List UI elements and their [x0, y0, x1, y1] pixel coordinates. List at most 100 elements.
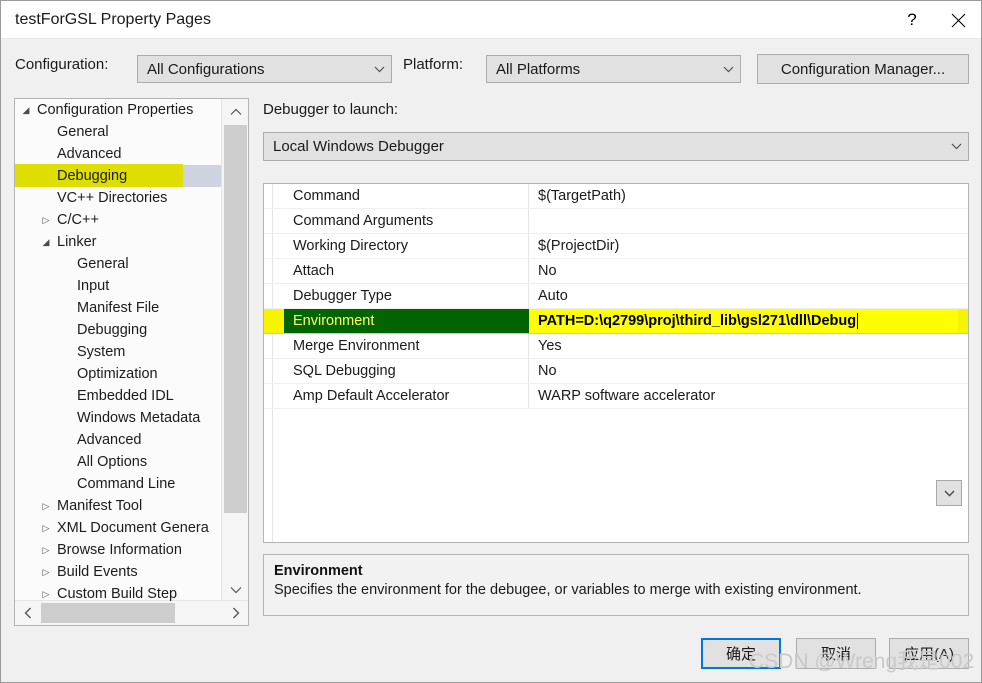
expander-closed-icon[interactable]: ▷ — [39, 495, 53, 517]
text-caret — [857, 313, 859, 329]
configuration-dropdown-value: All Configurations — [147, 60, 265, 78]
property-row[interactable]: Environment PATH=D:\q2799\proj\third_lib\… — [264, 309, 968, 334]
property-grid: Command $(TargetPath) Command Arguments Wor… — [263, 183, 969, 543]
tree-item-advanced[interactable]: Advanced — [15, 143, 221, 165]
property-name: Environment — [284, 309, 529, 333]
scroll-down-button[interactable] — [222, 577, 248, 602]
property-row[interactable]: Debugger Type Auto — [264, 284, 968, 309]
environment-value-dropdown-button[interactable] — [936, 480, 962, 506]
tree-item-label: Linker — [57, 234, 97, 250]
tree-item-debugging[interactable]: Debugging — [15, 164, 221, 187]
tree-item-label: Command Line — [77, 476, 176, 492]
tree-horizontal-scrollbar[interactable] — [15, 600, 248, 625]
expander-closed-icon[interactable]: ▷ — [39, 209, 53, 231]
tree-item-label: Debugging — [77, 322, 148, 338]
tree-item-advanced[interactable]: Advanced — [15, 429, 221, 451]
debugger-to-launch-value: Local Windows Debugger — [273, 138, 444, 155]
configuration-manager-button-label: Configuration Manager... — [780, 60, 946, 78]
expander-closed-icon[interactable]: ▷ — [39, 539, 53, 561]
tree-vertical-scrollbar[interactable] — [221, 99, 248, 602]
tree-rows: ◢ Configuration Properties General Advanced… — [15, 99, 221, 602]
platform-dropdown[interactable]: All Platforms — [486, 55, 741, 83]
property-row[interactable]: Attach No — [264, 259, 968, 284]
chevron-up-icon — [230, 108, 241, 115]
tree-item-label: Manifest File — [77, 300, 160, 316]
property-row[interactable]: Merge Environment Yes — [264, 334, 968, 359]
tree-item-command-line[interactable]: Command Line — [15, 473, 221, 495]
tree-item-label: Optimization — [77, 366, 158, 382]
tree-item-optimization[interactable]: Optimization — [15, 363, 221, 385]
configuration-dropdown[interactable]: All Configurations — [137, 55, 392, 83]
property-row[interactable]: Command $(TargetPath) — [264, 184, 968, 209]
property-name: Amp Default Accelerator — [264, 384, 529, 408]
property-row[interactable]: Working Directory $(ProjectDir) — [264, 234, 968, 259]
tree-item-debugging[interactable]: Debugging — [15, 319, 221, 341]
configuration-manager-button[interactable]: Configuration Manager... — [757, 54, 969, 84]
close-x-icon — [951, 13, 965, 27]
close-button[interactable] — [935, 1, 981, 39]
property-value — [529, 209, 968, 233]
expander-open-icon[interactable]: ◢ — [19, 99, 33, 121]
tree-item-system[interactable]: System — [15, 341, 221, 363]
help-button[interactable]: ? — [889, 1, 935, 39]
tree-item-browse-information[interactable]: ▷ Browse Information — [15, 539, 221, 561]
title-bar: testForGSL Property Pages ? — [1, 1, 981, 39]
tree-vertical-scroll-thumb[interactable] — [224, 125, 247, 513]
chevron-down-icon — [716, 56, 740, 82]
cancel-button-label: 取消 — [820, 646, 851, 663]
tree-item-label: Input — [77, 278, 110, 294]
property-name: SQL Debugging — [264, 359, 529, 383]
tree-item-linker[interactable]: ◢ Linker — [15, 231, 221, 253]
expander-closed-icon[interactable]: ▷ — [39, 561, 53, 583]
tree-item-manifest-tool[interactable]: ▷ Manifest Tool — [15, 495, 221, 517]
property-name: Command Arguments — [264, 209, 529, 233]
tree-item-general[interactable]: General — [15, 253, 221, 275]
chevron-right-icon — [232, 607, 239, 619]
debugger-to-launch-dropdown[interactable]: Local Windows Debugger — [263, 132, 969, 161]
property-value: $(ProjectDir) — [538, 238, 620, 254]
property-pages-dialog: testForGSL Property Pages ? Configuratio… — [0, 0, 982, 683]
window-title: testForGSL Property Pages — [15, 11, 211, 28]
tree-item-manifest-file[interactable]: Manifest File — [15, 297, 221, 319]
property-value: No — [538, 263, 557, 279]
tree-horizontal-scroll-thumb[interactable] — [41, 603, 175, 623]
tree-item-label: VC++ Directories — [57, 190, 168, 206]
tree-item-windows-metadata[interactable]: Windows Metadata — [15, 407, 221, 429]
scroll-up-button[interactable] — [222, 99, 248, 124]
tree-item-label: Windows Metadata — [77, 410, 201, 426]
tree-item-label: Build Events — [57, 564, 138, 580]
property-row[interactable]: Command Arguments — [264, 209, 968, 234]
cancel-button[interactable]: 取消 — [796, 638, 876, 669]
configuration-label: Configuration: — [15, 56, 109, 73]
tree-item-embedded-idl[interactable]: Embedded IDL — [15, 385, 221, 407]
tree-item-label: Advanced — [77, 432, 142, 448]
tree-item-general[interactable]: General — [15, 121, 221, 143]
property-name: Attach — [264, 259, 529, 283]
property-row[interactable]: Amp Default Accelerator WARP software acc… — [264, 384, 968, 409]
apply-button[interactable]: 应用(A) — [889, 638, 969, 669]
ok-button-label: 确定 — [725, 646, 756, 663]
property-name: Merge Environment — [264, 334, 529, 358]
scroll-left-button[interactable] — [15, 601, 40, 625]
configuration-properties-tree: ◢ Configuration Properties General Advanced… — [14, 98, 249, 626]
tree-item-input[interactable]: Input — [15, 275, 221, 297]
tree-item-vc-directories[interactable]: VC++ Directories — [15, 187, 221, 209]
tree-item-xml-document-genera[interactable]: ▷ XML Document Genera — [15, 517, 221, 539]
property-name: Debugger Type — [264, 284, 529, 308]
property-value: $(TargetPath) — [538, 188, 626, 204]
expander-closed-icon[interactable]: ▷ — [39, 517, 53, 539]
chevron-down-icon — [230, 586, 241, 593]
scroll-right-button[interactable] — [223, 601, 248, 625]
debugger-to-launch-label: Debugger to launch: — [263, 101, 399, 118]
ok-button[interactable]: 确定 — [701, 638, 781, 669]
tree-item-c-c[interactable]: ▷ C/C++ — [15, 209, 221, 231]
chevron-down-icon — [944, 133, 968, 160]
tree-item-all-options[interactable]: All Options — [15, 451, 221, 473]
property-row[interactable]: SQL Debugging No — [264, 359, 968, 384]
tree-item-configuration-properties[interactable]: ◢ Configuration Properties — [15, 99, 221, 121]
expander-open-icon[interactable]: ◢ — [39, 231, 53, 253]
property-value-input[interactable]: PATH=D:\q2799\proj\third_lib\gsl271\dll\… — [529, 309, 958, 333]
tree-scroll-area: ◢ Configuration Properties General Advanced… — [15, 99, 221, 602]
tree-item-label: General — [77, 256, 129, 272]
tree-item-build-events[interactable]: ▷ Build Events — [15, 561, 221, 583]
